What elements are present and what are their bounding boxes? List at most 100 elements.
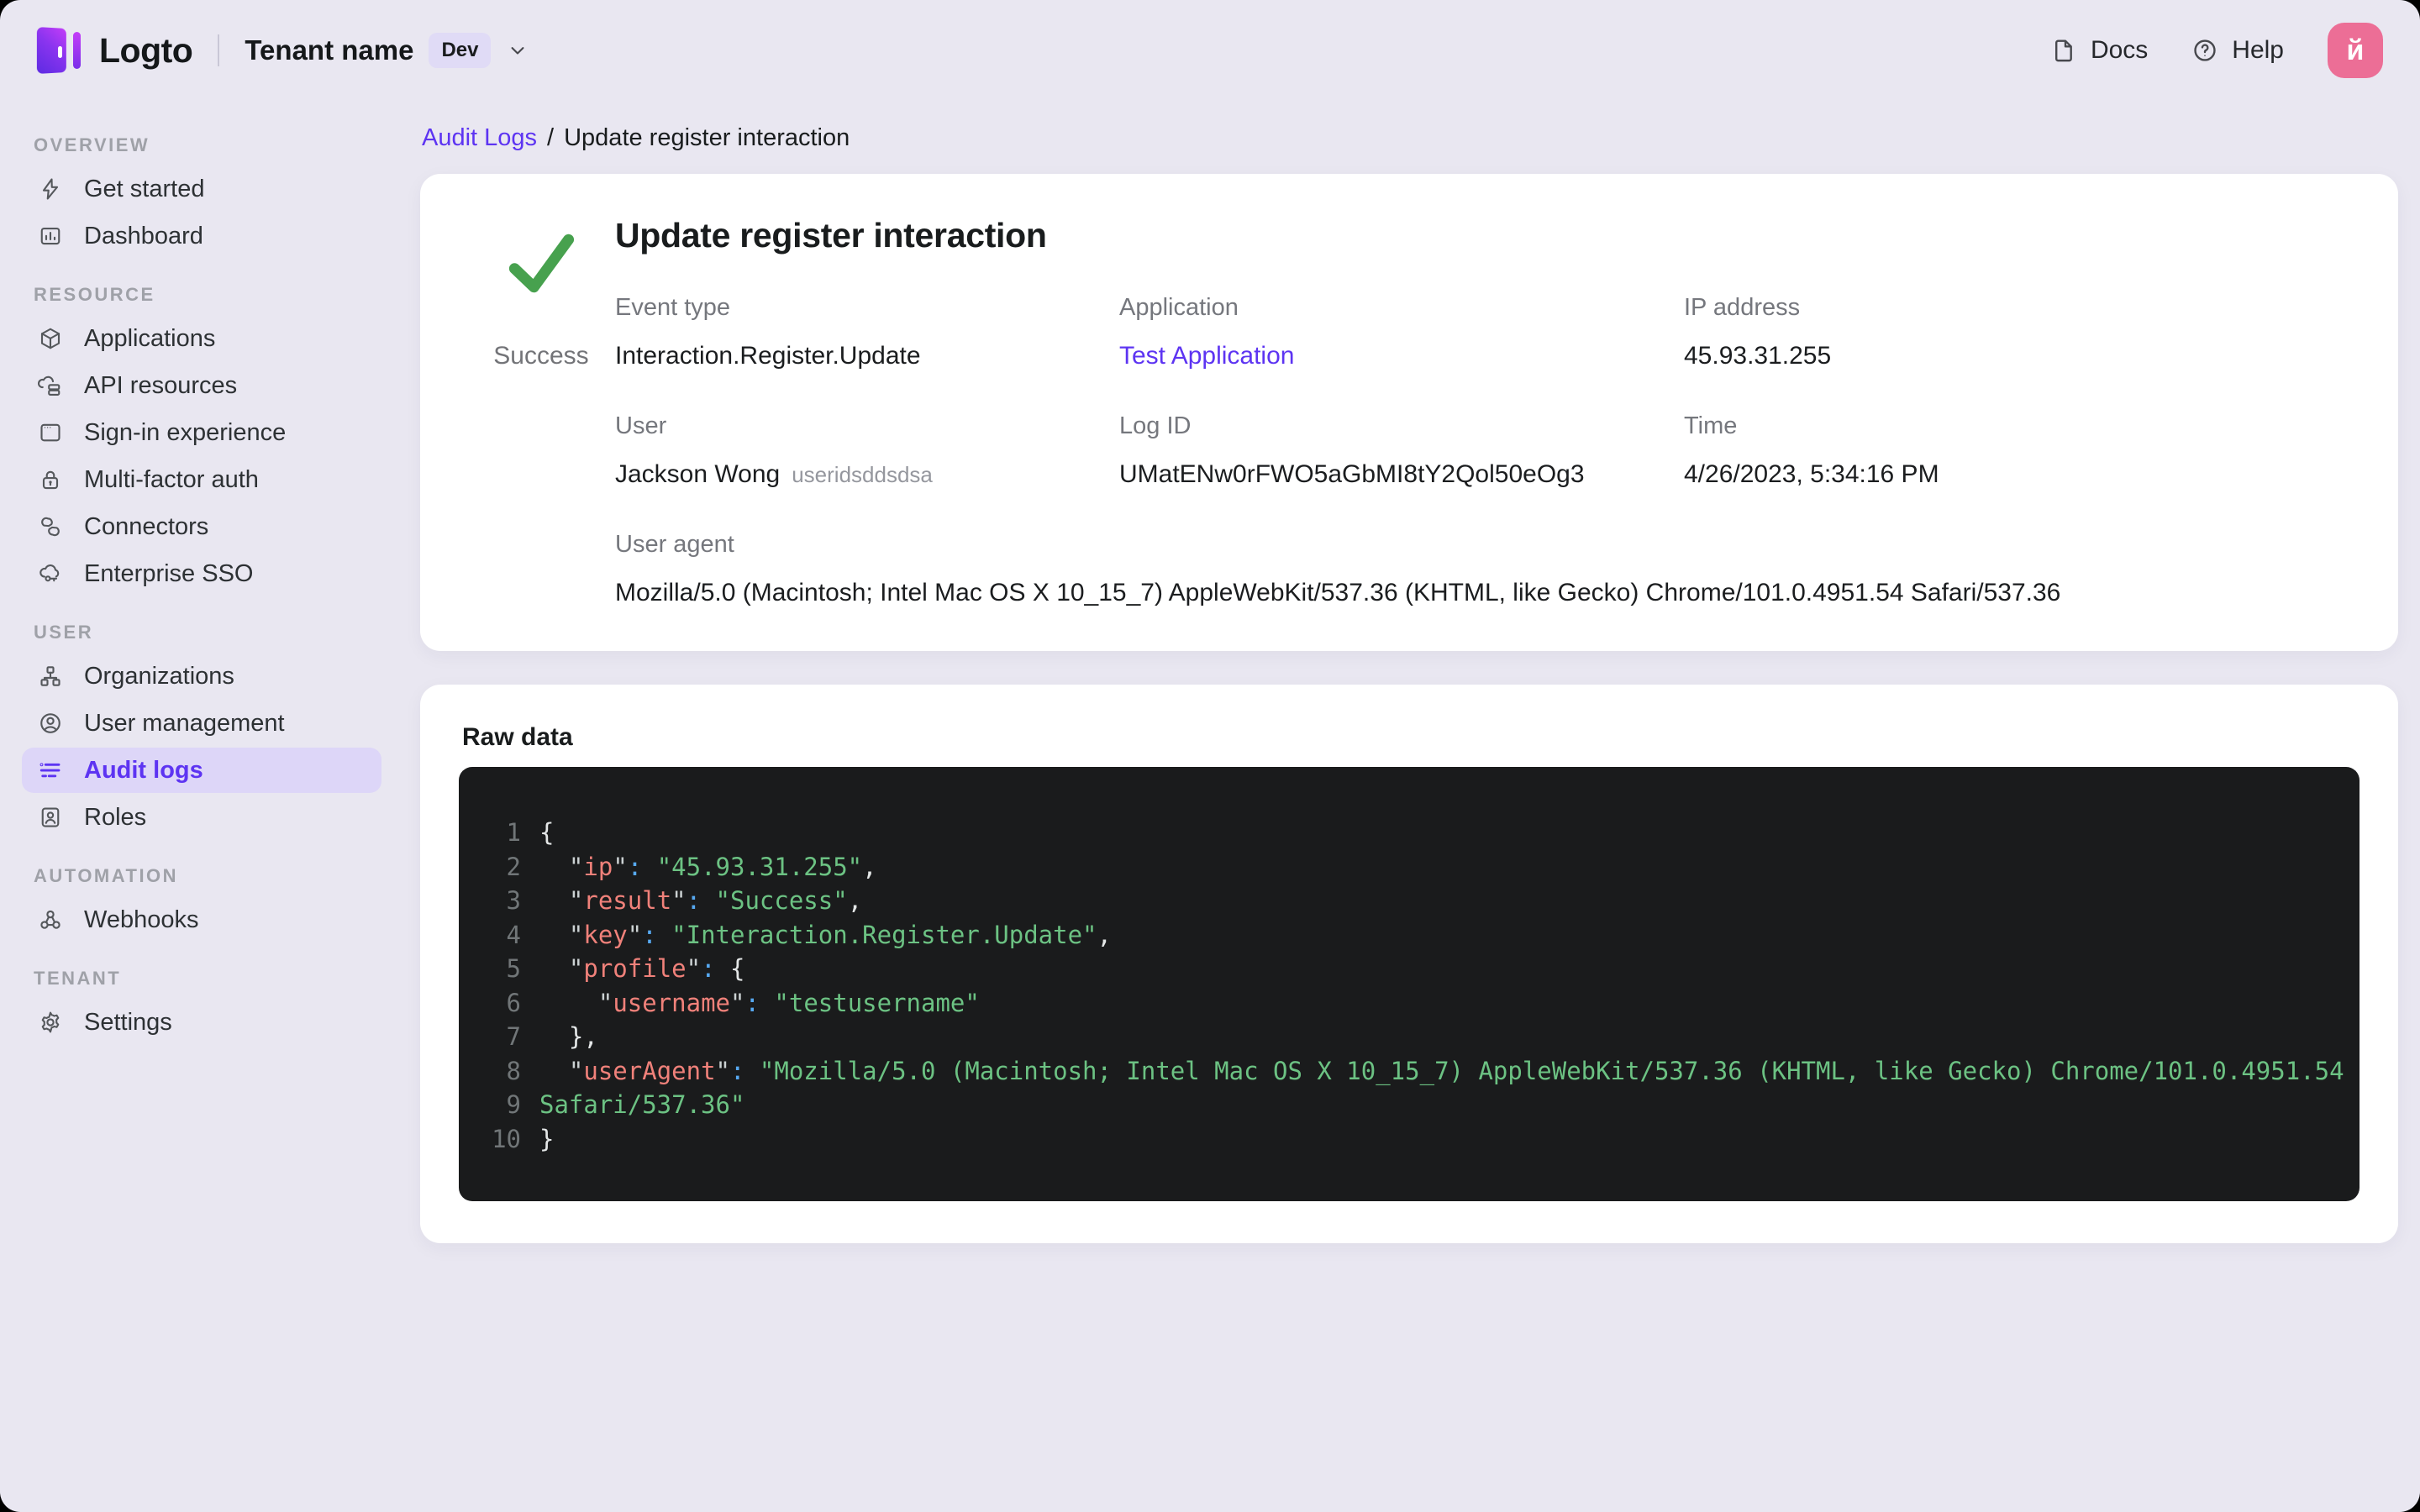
code-line: 5 "profile": { (477, 952, 2336, 986)
logto-logo-icon (36, 26, 81, 75)
sidebar-item-label: User management (84, 709, 285, 737)
sidebar-item-api-resources[interactable]: API resources (22, 363, 381, 408)
code-content: "username": "testusername" (539, 986, 980, 1021)
sidebar-item-connectors[interactable]: Connectors (22, 504, 381, 549)
sidebar-item-get-started[interactable]: Get started (22, 166, 381, 212)
sidebar-item-label: Connectors (84, 512, 209, 540)
code-token: ip (583, 852, 613, 881)
id-card-icon (37, 804, 64, 831)
user-link[interactable]: Jackson Wong (615, 460, 780, 488)
code-token: " (627, 920, 643, 949)
field-label: Log ID (1119, 412, 1192, 439)
code-token: , (847, 886, 863, 915)
sidebar-item-label: Get started (84, 175, 205, 202)
sidebar-item-label: Multi-factor auth (84, 465, 259, 493)
sidebar: OVERVIEW Get started Dashboard RESOURCE … (0, 101, 403, 1512)
code-line: 10} (477, 1122, 2336, 1157)
breadcrumb-audit-logs-link[interactable]: Audit Logs (422, 124, 537, 152)
code-line: 7 }, (477, 1020, 2336, 1054)
code-token: "Success" (701, 886, 848, 915)
bar-chart-icon (37, 223, 64, 249)
sidebar-item-label: Audit logs (84, 756, 203, 784)
code-content: "result": "Success", (539, 884, 862, 918)
code-content: }, (539, 1020, 598, 1054)
user-avatar[interactable]: й (2328, 23, 2383, 78)
tenant-selector[interactable]: Tenant name Dev (245, 33, 529, 68)
raw-data-code-block[interactable]: 1{2 "ip": "45.93.31.255", 3 "result": "Su… (459, 767, 2360, 1201)
main-content: Audit Logs / Update register interaction… (403, 101, 2420, 1512)
code-token: : (627, 852, 643, 881)
help-label: Help (2232, 36, 2284, 64)
line-number: 2 (506, 852, 521, 881)
log-detail-card: Success Update register interaction Even… (420, 174, 2398, 651)
brand-name: Logto (99, 30, 193, 70)
logo-handle-shape (58, 46, 62, 58)
code-token: " (671, 886, 687, 915)
topbar: Logto Tenant name Dev Docs Help й (0, 0, 2420, 101)
field-value: 45.93.31.255 (1684, 342, 1832, 370)
sidebar-item-settings[interactable]: Settings (22, 1000, 381, 1045)
code-content: } (539, 1122, 554, 1157)
code-token: " (539, 1056, 584, 1085)
code-token: " (613, 852, 628, 881)
sidebar-item-user-management[interactable]: User management (22, 701, 381, 746)
sidebar-item-roles[interactable]: Roles (22, 795, 381, 840)
code-line: 4 "key": "Interaction.Register.Update", (477, 918, 2336, 953)
sidebar-item-mfa[interactable]: Multi-factor auth (22, 457, 381, 502)
cloud-stack-icon (37, 372, 64, 399)
code-token: username (613, 988, 730, 1017)
field-log-id: Log ID UMatENw0rFWO5aGbMI8tY2Qol50eOg3 (1119, 412, 1684, 489)
sidebar-item-dashboard[interactable]: Dashboard (22, 213, 381, 259)
line-number: 7 (506, 1022, 521, 1051)
sidebar-item-sign-in-experience[interactable]: Sign-in experience (22, 410, 381, 455)
sidebar-item-organizations[interactable]: Organizations (22, 654, 381, 699)
audit-list-icon (37, 757, 64, 784)
code-token: }, (539, 1022, 598, 1051)
code-content: "ip": "45.93.31.255", (539, 850, 877, 885)
code-token: profile (583, 954, 687, 983)
cube-icon (37, 325, 64, 352)
breadcrumb: Audit Logs / Update register interaction (422, 124, 2398, 152)
sidebar-item-label: Applications (84, 324, 216, 352)
breadcrumb-separator: / (547, 124, 555, 151)
code-content: "profile": { (539, 952, 745, 986)
field-value: Interaction.Register.Update (615, 342, 921, 370)
code-line: 6 "username": "testusername" (477, 986, 2336, 1021)
field-value: Jackson Wong useridsddsdsa (615, 460, 1119, 489)
code-token: "Mozilla/5.0 (Macintosh; Intel Mac OS X … (744, 1056, 2344, 1085)
field-value: Mozilla/5.0 (Macintosh; Intel Mac OS X 1… (615, 579, 2061, 606)
logto-console: { "topbar": { "brand": "Logto", "tenant_… (0, 0, 2420, 1512)
sidebar-item-audit-logs[interactable]: Audit logs (22, 748, 381, 793)
org-tree-icon (37, 663, 64, 690)
line-number: 6 (506, 988, 521, 1017)
code-content: "key": "Interaction.Register.Update", (539, 918, 1112, 953)
code-token: , (1097, 920, 1112, 949)
webhook-icon (37, 906, 64, 933)
code-token: { (539, 818, 555, 847)
code-line: 2 "ip": "45.93.31.255", (477, 850, 2336, 885)
code-token: result (583, 886, 672, 915)
topbar-right: Docs Help й (2050, 23, 2383, 78)
sidebar-item-enterprise-sso[interactable]: Enterprise SSO (22, 551, 381, 596)
help-button[interactable]: Help (2191, 36, 2284, 65)
docs-button[interactable]: Docs (2050, 36, 2148, 65)
sidebar-item-applications[interactable]: Applications (22, 316, 381, 361)
application-link[interactable]: Test Application (1119, 342, 1684, 370)
field-value: UMatENw0rFWO5aGbMI8tY2Qol50eOg3 (1119, 460, 1585, 488)
sidebar-item-label: Organizations (84, 662, 234, 690)
field-time: Time 4/26/2023, 5:34:16 PM (1684, 412, 2351, 489)
code-token: " (539, 920, 584, 949)
line-number: 1 (506, 818, 521, 847)
sidebar-item-label: Settings (84, 1008, 172, 1036)
breadcrumb-current: Update register interaction (564, 124, 850, 151)
sidebar-item-label: Roles (84, 803, 147, 831)
user-id-suffix: useridsddsdsa (792, 462, 933, 487)
code-token: : (730, 1056, 745, 1085)
code-line: 8 "userAgent": "Mozilla/5.0 (Macintosh; … (477, 1054, 2344, 1089)
field-event-type: Event type Interaction.Register.Update (615, 294, 1119, 370)
browser-icon (37, 419, 64, 446)
code-token: "testusername" (759, 988, 980, 1017)
field-label: IP address (1684, 294, 1801, 321)
sidebar-item-webhooks[interactable]: Webhooks (22, 897, 381, 942)
field-user-agent: User agent Mozilla/5.0 (Macintosh; Intel… (615, 531, 2351, 607)
